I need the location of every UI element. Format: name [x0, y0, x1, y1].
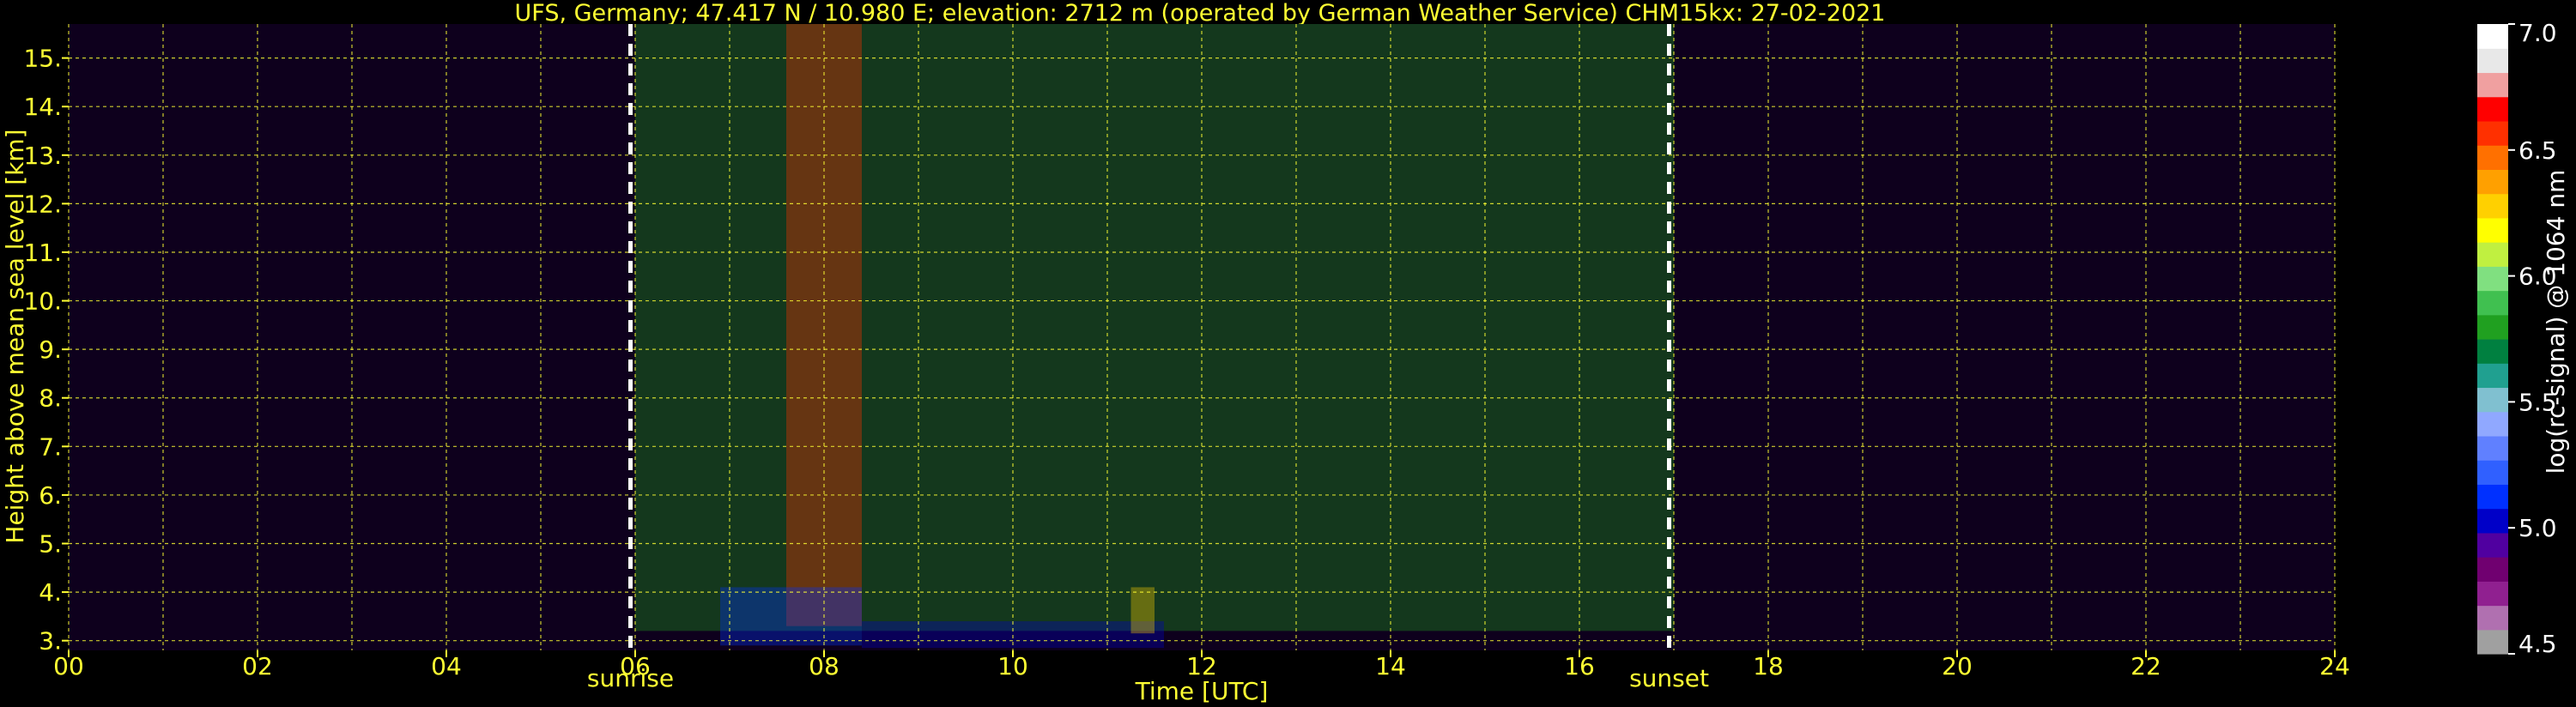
y-tick-label: 12. — [23, 190, 62, 218]
signal-region — [720, 587, 862, 646]
colorbar-segment — [2477, 557, 2508, 582]
x-axis-label: Time [UTC] — [1135, 677, 1269, 705]
colorbar-tick-label: 5.0 — [2518, 514, 2557, 542]
x-tick-label: 10 — [997, 652, 1028, 680]
y-tick-label: 8. — [39, 384, 62, 413]
y-tick-label: 7. — [39, 432, 62, 461]
colorbar-segment — [2477, 48, 2508, 74]
y-tick-label: 10. — [23, 287, 62, 316]
x-tick-label: 24 — [2319, 652, 2350, 680]
x-tick-label: 00 — [53, 652, 84, 680]
x-tick-label: 16 — [1564, 652, 1595, 680]
y-tick-label: 3. — [39, 627, 62, 656]
y-axis-label: Height above mean sea level [km] — [1, 129, 29, 543]
colorbar-segment — [2477, 581, 2508, 607]
colorbar-segment — [2477, 508, 2508, 534]
x-tick-label: 18 — [1753, 652, 1784, 680]
x-tick-label: 22 — [2131, 652, 2161, 680]
x-tick-label: 14 — [1375, 652, 1406, 680]
x-tick-label: 04 — [431, 652, 462, 680]
chart-title: UFS, Germany; 47.417 N / 10.980 E; eleva… — [515, 0, 1886, 27]
colorbar-segment — [2477, 96, 2508, 122]
x-tick-label: 20 — [1942, 652, 1973, 680]
colorbar-segment — [2477, 339, 2508, 364]
colorbar-segment — [2477, 411, 2508, 437]
colorbar-tick-label: 4.5 — [2518, 630, 2557, 658]
colorbar-segment — [2477, 120, 2508, 146]
y-tick-label: 11. — [23, 239, 62, 267]
colorbar-segment — [2477, 193, 2508, 219]
y-tick-label: 5. — [39, 530, 62, 559]
x-tick-label: 02 — [242, 652, 273, 680]
colorbar-segment — [2477, 266, 2508, 292]
colorbar-segment — [2477, 145, 2508, 170]
y-tick-label: 4. — [39, 578, 62, 607]
colorbar-segment — [2477, 435, 2508, 461]
colorbar-segment — [2477, 242, 2508, 267]
colorbar-segment — [2477, 532, 2508, 558]
y-tick-label: 6. — [39, 481, 62, 510]
colorbar-segment — [2477, 484, 2508, 510]
y-tick-label: 15. — [23, 45, 62, 73]
colorbar-segment — [2477, 24, 2508, 49]
colorbar-segment — [2477, 629, 2508, 655]
ceilometer-plot: UFS, Germany; 47.417 N / 10.980 E; eleva… — [0, 0, 2576, 707]
colorbar-segment — [2477, 605, 2508, 631]
colorbar-segment — [2477, 387, 2508, 413]
colorbar-segment — [2477, 314, 2508, 340]
x-tick-label: 06 — [620, 652, 651, 680]
colorbar-segment — [2477, 363, 2508, 389]
signal-region — [1130, 587, 1155, 634]
colorbar-tick-label: 7.0 — [2518, 19, 2557, 47]
y-tick-label: 13. — [23, 142, 62, 170]
y-tick-label: 9. — [39, 335, 62, 364]
y-tick-label: 14. — [23, 93, 62, 121]
colorbar-segment — [2477, 169, 2508, 195]
sunset-label: sunset — [1629, 664, 1709, 692]
x-tick-label: 08 — [809, 652, 839, 680]
colorbar-label: log(rc-signal) @ 1064 nm — [2542, 170, 2570, 474]
colorbar-segment — [2477, 290, 2508, 316]
colorbar-segment — [2477, 217, 2508, 243]
colorbar-segment — [2477, 72, 2508, 98]
signal-heatmap — [69, 24, 2335, 650]
colorbar-segment — [2477, 460, 2508, 485]
colorbar-tick-label: 6.5 — [2518, 136, 2557, 165]
